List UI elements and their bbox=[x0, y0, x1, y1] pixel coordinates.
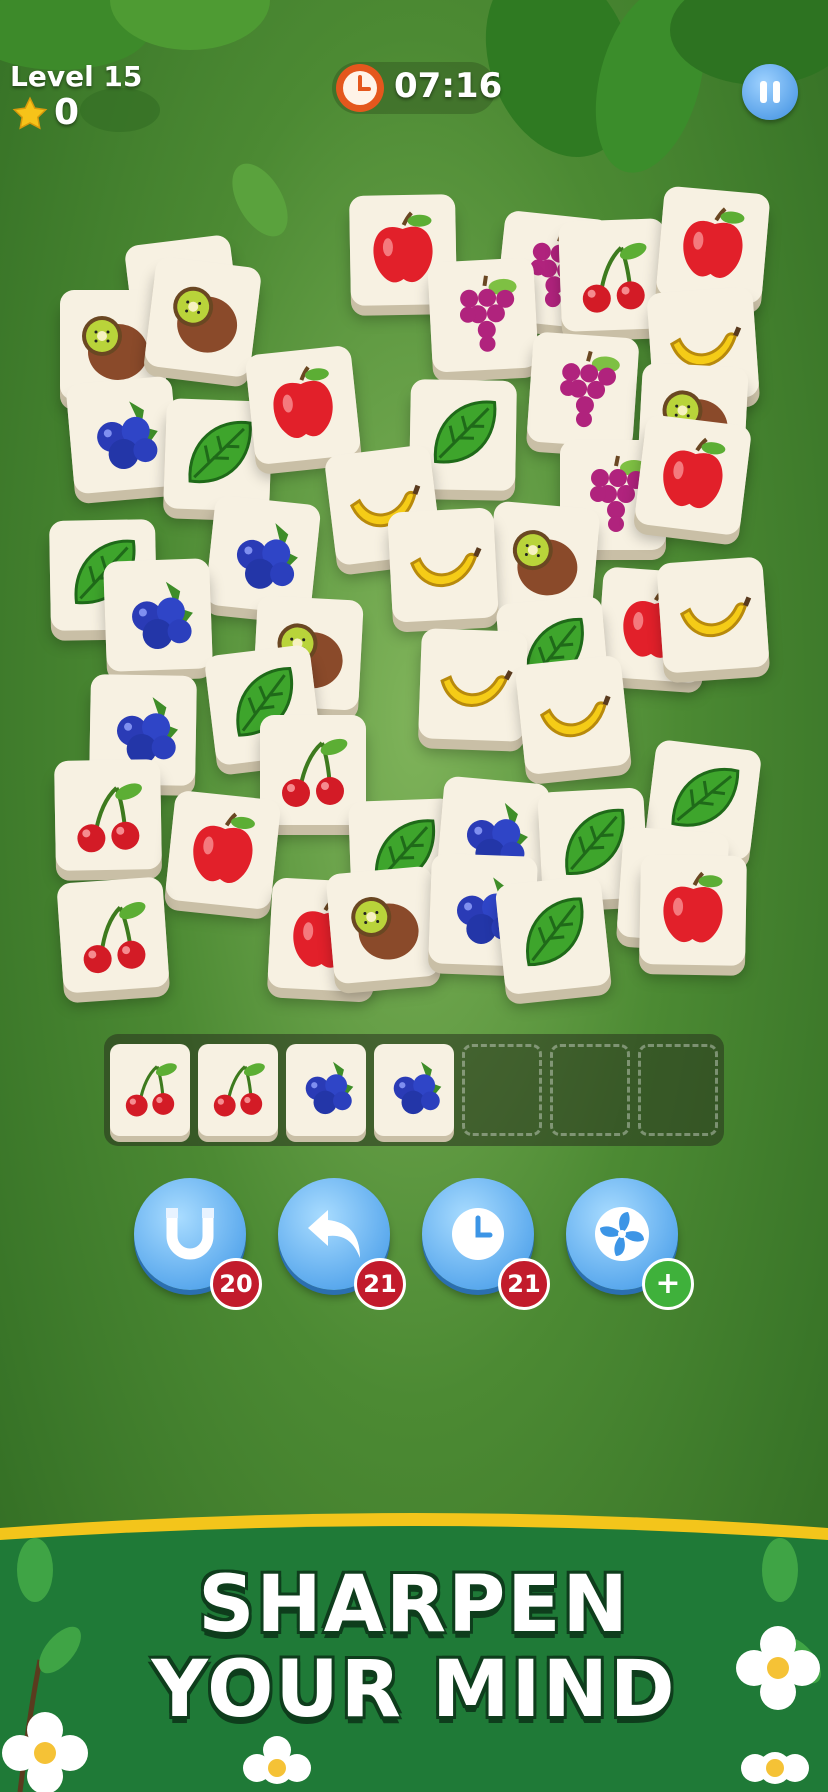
tile-banana[interactable] bbox=[418, 628, 528, 742]
clock-icon bbox=[336, 64, 384, 112]
banana-icon bbox=[440, 670, 513, 707]
tile-banana[interactable] bbox=[387, 507, 499, 623]
tile-cherry[interactable] bbox=[56, 876, 170, 994]
grape-icon bbox=[560, 350, 620, 428]
kiwi-icon bbox=[82, 316, 148, 380]
kiwi-icon bbox=[512, 530, 578, 596]
tray-slot-empty bbox=[638, 1044, 718, 1136]
leaf-icon bbox=[433, 400, 497, 464]
cherry-icon bbox=[213, 1063, 265, 1117]
undo-icon bbox=[308, 1210, 360, 1258]
time-count-badge: 21 bbox=[498, 1258, 550, 1310]
tile-banana[interactable] bbox=[514, 654, 632, 776]
leaf-icon bbox=[188, 420, 252, 484]
game-hud: Level 15 0 07:16 bbox=[0, 0, 828, 140]
clock-icon bbox=[452, 1208, 504, 1260]
tile-grape[interactable] bbox=[526, 331, 640, 449]
apple-icon bbox=[663, 871, 723, 943]
kiwi-icon bbox=[351, 896, 419, 960]
apple-icon bbox=[683, 207, 745, 278]
pause-button[interactable] bbox=[742, 64, 798, 120]
blueberry-icon bbox=[393, 1061, 442, 1115]
undo-count-badge: 21 bbox=[354, 1258, 406, 1310]
tray-slot-cherry bbox=[198, 1044, 278, 1136]
tray-slot-empty bbox=[550, 1044, 630, 1136]
fan-icon bbox=[595, 1207, 649, 1261]
tile-grape[interactable] bbox=[427, 257, 539, 373]
tile-apple[interactable] bbox=[639, 854, 747, 966]
tile-banana[interactable] bbox=[656, 556, 770, 674]
blueberry-icon bbox=[236, 523, 298, 589]
blueberry-icon bbox=[116, 697, 179, 764]
timer-value: 07:16 bbox=[394, 66, 503, 106]
banner-line-1: SHARPEN bbox=[198, 1560, 630, 1650]
leaf-icon bbox=[526, 897, 584, 967]
collection-tray bbox=[104, 1034, 724, 1146]
banana-icon bbox=[539, 695, 611, 738]
tile-blueberry[interactable] bbox=[103, 558, 213, 672]
star-icon bbox=[12, 96, 48, 130]
tile-apple[interactable] bbox=[244, 344, 362, 466]
magnet-count-badge: 20 bbox=[210, 1258, 262, 1310]
tile-apple[interactable] bbox=[164, 789, 282, 911]
tray-slot-blueberry bbox=[286, 1044, 366, 1136]
tile-board bbox=[0, 180, 828, 1020]
cherry-icon bbox=[125, 1063, 177, 1117]
blueberry-icon bbox=[305, 1061, 354, 1115]
blueberry-icon bbox=[97, 401, 158, 470]
banana-icon bbox=[680, 596, 752, 638]
tile-apple[interactable] bbox=[633, 413, 753, 537]
tray-slot-empty bbox=[462, 1044, 542, 1136]
tile-kiwi[interactable] bbox=[325, 865, 441, 985]
cherry-icon bbox=[282, 738, 348, 807]
star-count: 0 bbox=[54, 92, 80, 133]
banner-line-2: YOUR MIND bbox=[151, 1645, 677, 1735]
cherry-icon bbox=[83, 902, 146, 974]
level-label: Level 15 bbox=[10, 60, 143, 93]
blueberry-icon bbox=[132, 581, 193, 650]
shuffle-count-badge[interactable]: + bbox=[642, 1258, 694, 1310]
tray-slot-cherry bbox=[110, 1044, 190, 1136]
apple-icon bbox=[273, 366, 333, 439]
apple-icon bbox=[663, 437, 726, 509]
banana-icon bbox=[410, 547, 482, 588]
cherry-icon bbox=[582, 242, 647, 313]
tile-apple[interactable] bbox=[655, 185, 771, 305]
magnet-icon bbox=[166, 1208, 214, 1260]
grape-icon bbox=[459, 275, 517, 352]
kiwi-icon bbox=[173, 286, 238, 353]
tray-slot-blueberry bbox=[374, 1044, 454, 1136]
tile-kiwi[interactable] bbox=[143, 255, 263, 379]
cherry-icon bbox=[77, 783, 142, 853]
apple-icon bbox=[193, 812, 255, 884]
tile-leaf[interactable] bbox=[494, 874, 612, 996]
tile-cherry[interactable] bbox=[54, 759, 162, 871]
